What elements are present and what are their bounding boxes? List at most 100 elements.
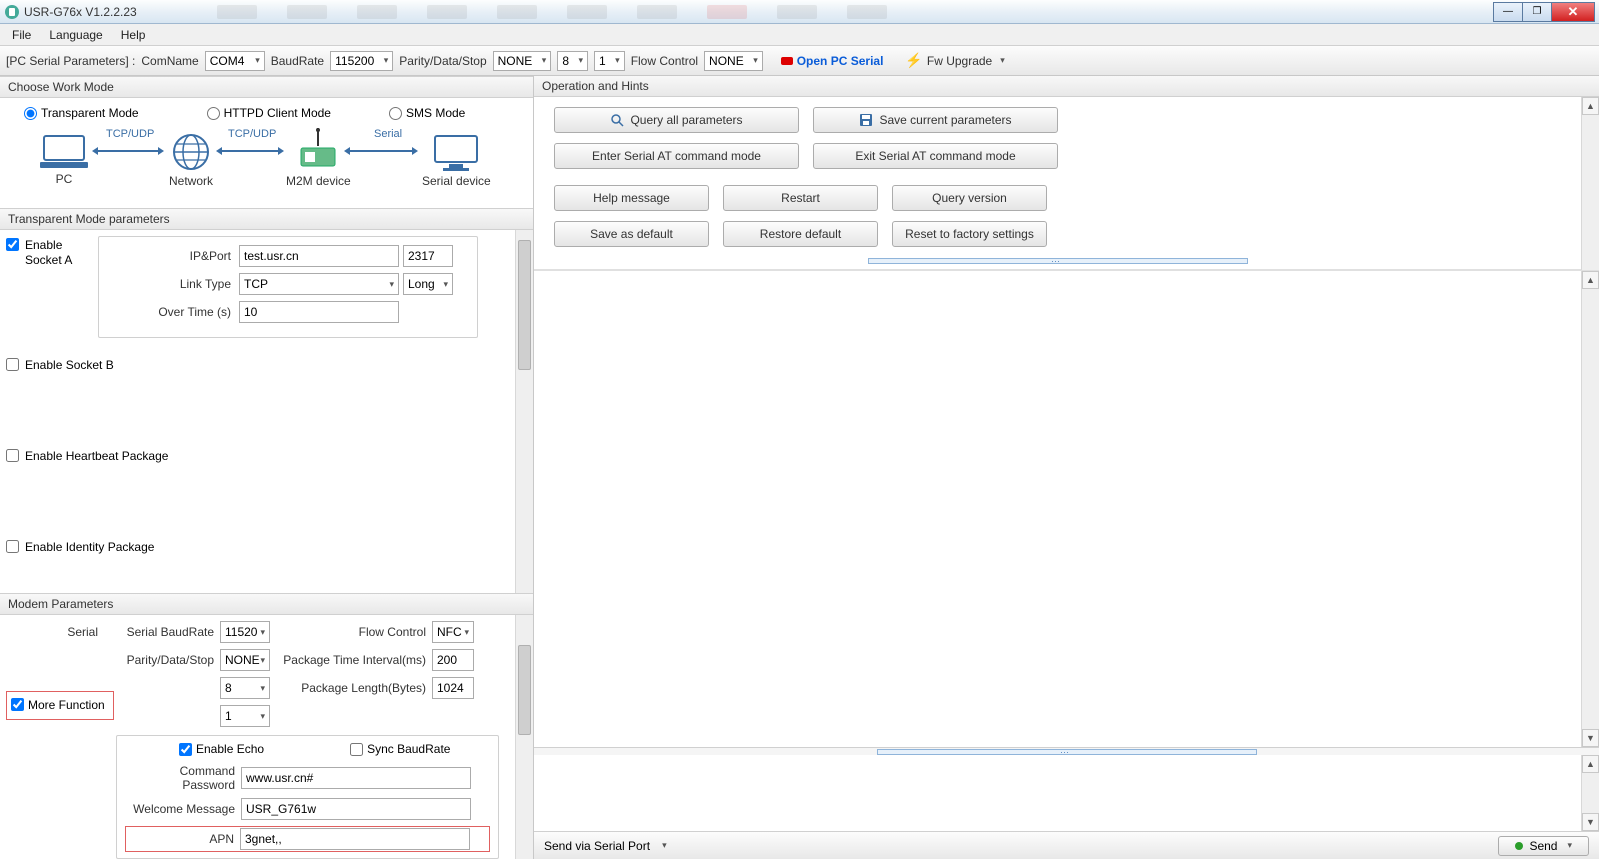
databits-select[interactable]: 8 — [557, 51, 588, 71]
open-pc-serial-button[interactable]: Open PC Serial — [781, 54, 884, 68]
log-console: ▲ ▼ — [534, 270, 1599, 747]
close-button[interactable]: ✕ — [1551, 2, 1595, 22]
apn-input[interactable] — [240, 828, 470, 850]
modem-scrollbar[interactable] — [515, 615, 533, 859]
transparent-params-header: Transparent Mode parameters — [0, 208, 533, 230]
send-via-label[interactable]: Send via Serial Port — [544, 839, 650, 853]
menu-bar: File Language Help — [0, 24, 1599, 46]
modem-stopbits-select[interactable]: 1 — [220, 705, 270, 727]
modem-databits-select[interactable]: 8 — [220, 677, 270, 699]
modem-flowcontrol-label: Flow Control — [276, 625, 426, 639]
chevron-down-icon: ▾ — [1000, 55, 1005, 66]
sync-baudrate-checkbox[interactable]: Sync BaudRate — [350, 742, 450, 756]
modem-pds-label: Parity/Data/Stop — [104, 653, 214, 667]
serial-baudrate-select[interactable]: 11520 — [220, 621, 270, 643]
window-title: USR-G76x V1.2.2.23 — [24, 5, 137, 19]
send-button[interactable]: Send ▾ — [1498, 836, 1589, 856]
serial-label: Serial — [6, 625, 98, 639]
ip-input[interactable] — [239, 245, 399, 267]
flowcontrol-label: Flow Control — [631, 54, 698, 68]
command-password-input[interactable] — [241, 767, 471, 789]
enable-socket-b-checkbox[interactable] — [6, 358, 19, 371]
modem-parity-select[interactable]: NONE — [220, 649, 270, 671]
minimize-button[interactable]: — — [1493, 2, 1523, 22]
menu-language[interactable]: Language — [41, 26, 110, 44]
menu-file[interactable]: File — [4, 26, 39, 44]
comname-label: ComName — [141, 54, 198, 68]
arrow-icon — [222, 150, 278, 152]
welcome-message-input[interactable] — [241, 798, 471, 820]
link-type-label: Link Type — [109, 277, 239, 291]
package-length-input[interactable] — [432, 677, 474, 699]
enable-identity-checkbox[interactable] — [6, 540, 19, 553]
parity-select[interactable]: NONE — [493, 51, 552, 71]
help-message-button[interactable]: Help message — [554, 185, 709, 211]
query-version-button[interactable]: Query version — [892, 185, 1047, 211]
sms-mode-radio[interactable]: SMS Mode — [389, 106, 465, 120]
m2m-device-icon — [286, 128, 351, 172]
pc-serial-params-label: [PC Serial Parameters] : — [6, 54, 135, 68]
overtime-input[interactable] — [239, 301, 399, 323]
flowcontrol-select[interactable]: NONE — [704, 51, 763, 71]
choose-work-mode-header: Choose Work Mode — [0, 76, 533, 98]
apn-label: APN — [128, 832, 234, 846]
transparent-scrollbar[interactable] — [515, 230, 533, 593]
baudrate-select[interactable]: 115200 — [330, 51, 393, 71]
enter-at-mode-button[interactable]: Enter Serial AT command mode — [554, 143, 799, 169]
command-password-label: Command Password — [125, 764, 235, 792]
save-as-default-button[interactable]: Save as default — [554, 221, 709, 247]
enable-echo-checkbox[interactable]: Enable Echo — [179, 742, 264, 756]
parity-data-stop-label: Parity/Data/Stop — [399, 54, 486, 68]
query-all-parameters-button[interactable]: Query all parameters — [554, 107, 799, 133]
save-icon — [859, 113, 873, 127]
ip-port-label: IP&Port — [109, 249, 239, 263]
pc-icon — [40, 132, 88, 170]
package-time-interval-input[interactable] — [432, 649, 474, 671]
fw-upgrade-button[interactable]: ⚡ Fw Upgrade ▾ — [905, 52, 1004, 69]
baudrate-label: BaudRate — [271, 54, 324, 68]
overtime-label: Over Time (s) — [109, 305, 239, 319]
operation-hints-header: Operation and Hints — [534, 76, 1599, 97]
ops-scrollbar[interactable]: ▲ — [1581, 97, 1599, 270]
serial-toolbar: [PC Serial Parameters] : ComName COM4 Ba… — [0, 46, 1599, 76]
serial-device-icon — [422, 132, 491, 172]
save-current-parameters-button[interactable]: Save current parameters — [813, 107, 1058, 133]
input-scrollbar[interactable]: ▲ ▼ — [1581, 755, 1599, 831]
restart-button[interactable]: Restart — [723, 185, 878, 211]
menu-help[interactable]: Help — [113, 26, 154, 44]
modem-flowcontrol-select[interactable]: NFC — [432, 621, 474, 643]
chevron-down-icon[interactable]: ▾ — [662, 840, 667, 851]
send-bar: Send via Serial Port ▾ Send ▾ — [534, 831, 1599, 859]
chevron-down-icon: ▾ — [1567, 840, 1572, 851]
modem-params-header: Modem Parameters — [0, 593, 533, 615]
exit-at-mode-button[interactable]: Exit Serial AT command mode — [813, 143, 1058, 169]
app-icon — [4, 4, 20, 20]
lightning-icon: ⚡ — [905, 52, 922, 69]
splitter-grip-top[interactable] — [554, 257, 1561, 265]
enable-socket-a-checkbox[interactable] — [6, 238, 19, 251]
reset-factory-button[interactable]: Reset to factory settings — [892, 221, 1047, 247]
arrow-icon — [98, 150, 158, 152]
title-bar: USR-G76x V1.2.2.23 — ❐ ✕ — [0, 0, 1599, 24]
port-input[interactable] — [403, 245, 453, 267]
more-function-highlight: More Function — [6, 691, 114, 720]
globe-icon — [168, 132, 214, 172]
console-scrollbar[interactable]: ▲ ▼ — [1581, 271, 1599, 747]
stopbits-select[interactable]: 1 — [594, 51, 625, 71]
workmode-diagram: PC Network M2M device — [6, 126, 527, 204]
splitter-grip-bottom[interactable] — [534, 747, 1599, 755]
more-function-checkbox[interactable] — [11, 698, 24, 711]
httpd-client-mode-radio[interactable]: HTTPD Client Mode — [207, 106, 331, 120]
arrow-icon — [350, 150, 412, 152]
conn-type-select[interactable]: Long — [403, 273, 453, 295]
magnifier-icon — [610, 113, 624, 127]
comname-select[interactable]: COM4 — [205, 51, 265, 71]
maximize-button[interactable]: ❐ — [1522, 2, 1552, 22]
restore-default-button[interactable]: Restore default — [723, 221, 878, 247]
serial-baudrate-label: Serial BaudRate — [104, 625, 214, 639]
link-type-select[interactable]: TCP — [239, 273, 399, 295]
welcome-message-label: Welcome Message — [125, 802, 235, 816]
enable-heartbeat-checkbox[interactable] — [6, 449, 19, 462]
package-time-interval-label: Package Time Interval(ms) — [276, 653, 426, 667]
transparent-mode-radio[interactable]: Transparent Mode — [24, 106, 139, 120]
